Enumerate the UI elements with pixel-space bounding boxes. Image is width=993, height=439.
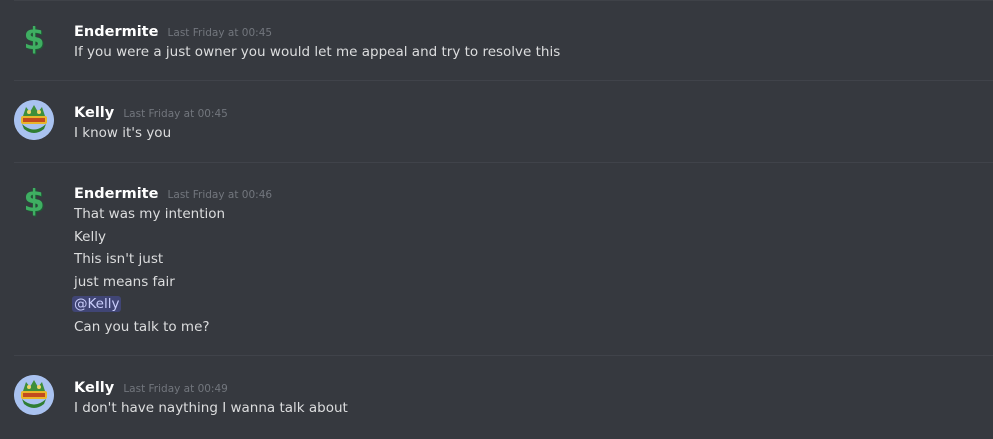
timestamp: Last Friday at 00:45 xyxy=(167,27,273,39)
username[interactable]: Kelly xyxy=(74,105,114,121)
message-divider xyxy=(14,355,993,356)
kelly-server-logo-icon xyxy=(14,375,54,415)
timestamp: Last Friday at 00:49 xyxy=(123,383,228,395)
message-divider xyxy=(14,162,993,163)
kelly-avatar[interactable] xyxy=(14,100,54,140)
dollar-sign-icon: $ xyxy=(23,22,45,57)
message-divider xyxy=(14,80,993,81)
username[interactable]: Endermite xyxy=(74,186,158,202)
message-text: That was my intention xyxy=(74,206,226,222)
username[interactable]: Endermite xyxy=(74,24,158,40)
message-header: Endermite Last Friday at 00:46 xyxy=(74,183,272,202)
message-text: Can you talk to me? xyxy=(74,319,210,335)
message-text: If you were a just owner you would let m… xyxy=(74,44,561,60)
timestamp: Last Friday at 00:46 xyxy=(167,189,273,201)
timestamp: Last Friday at 00:45 xyxy=(123,108,228,120)
message-text: just means fair xyxy=(74,274,175,290)
kelly-server-logo-icon xyxy=(14,100,54,140)
message-text: This isn't just xyxy=(74,251,164,267)
message-header: Kelly Last Friday at 00:49 xyxy=(74,377,228,396)
message-text: I know it's you xyxy=(74,125,172,141)
message-text: I don't have naything I wanna talk about xyxy=(74,400,348,416)
dollar-avatar-icon[interactable]: $ xyxy=(14,20,54,60)
kelly-avatar[interactable] xyxy=(14,375,54,415)
top-divider xyxy=(14,0,993,1)
message-header: Kelly Last Friday at 00:45 xyxy=(74,102,228,121)
mention-line: @Kelly xyxy=(72,296,122,312)
username[interactable]: Kelly xyxy=(74,380,114,396)
user-mention[interactable]: @Kelly xyxy=(72,296,122,312)
message-header: Endermite Last Friday at 00:45 xyxy=(74,21,272,40)
dollar-sign-icon: $ xyxy=(23,184,45,219)
message-text: Kelly xyxy=(74,229,106,245)
dollar-avatar-icon[interactable]: $ xyxy=(14,182,54,222)
